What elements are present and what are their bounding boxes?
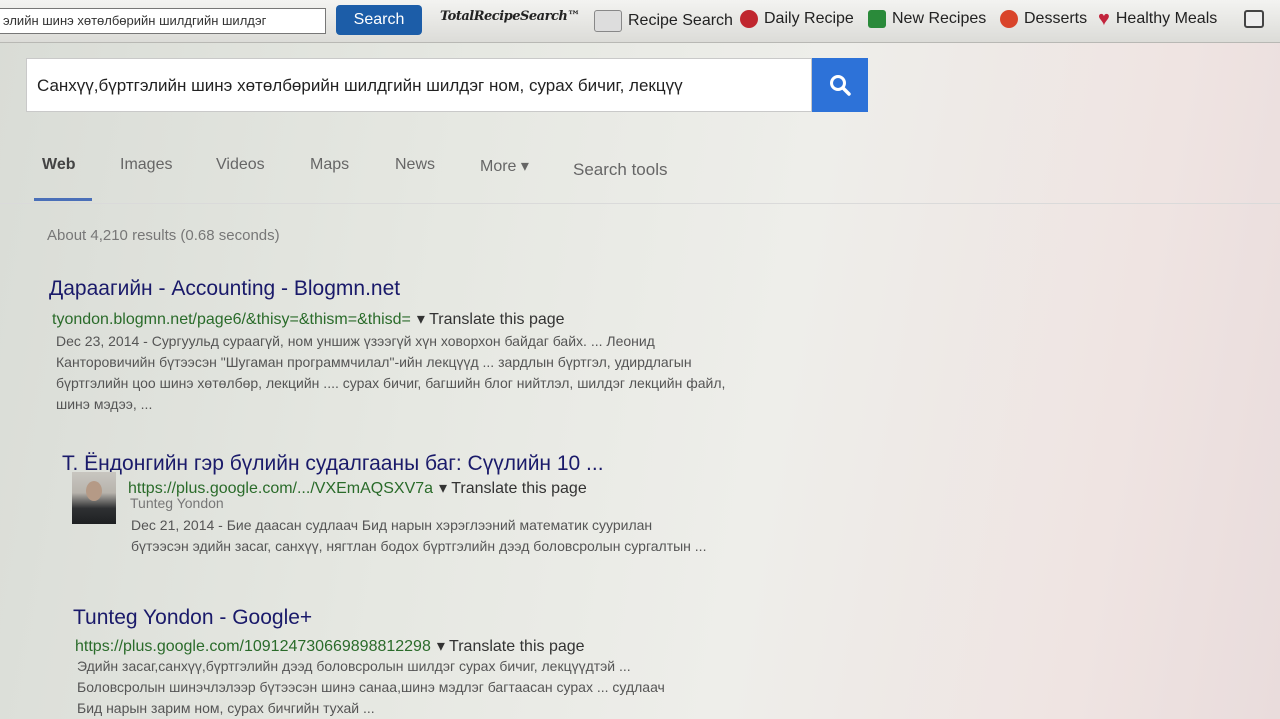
result-snippet: Dec 23, 2014 - Сургуульд сураагүй, ном у…	[56, 333, 726, 412]
tabs-divider	[0, 203, 1280, 204]
toolbar-link-label: Daily Recipe	[764, 10, 854, 27]
result-title[interactable]: Т. Ёндонгийн гэр бүлийн судалгааны баг: …	[62, 452, 604, 476]
translate-link[interactable]: ▾ Translate this page	[417, 311, 565, 328]
result-snippet: Эдийн засаг,санхүү,бүртгэлийн дээд болов…	[77, 658, 665, 716]
tab-news[interactable]: News	[395, 156, 435, 174]
search-button[interactable]	[812, 58, 868, 112]
result-author[interactable]: Tunteg Yondon	[130, 495, 224, 511]
tab-web[interactable]: Web	[42, 156, 75, 174]
toolbar-link-label: Recipe Search	[628, 12, 733, 29]
daily-badge-icon	[740, 10, 758, 28]
result-url-text: https://plus.google.com/1091247306698988…	[75, 638, 431, 655]
tab-maps[interactable]: Maps	[310, 156, 349, 174]
toolbar-link-new-recipes[interactable]: New Recipes	[868, 10, 986, 28]
toolbar-link-desserts[interactable]: Desserts	[1000, 10, 1087, 28]
total-recipe-search-logo[interactable]: TotalRecipeSearch™	[440, 9, 580, 24]
translate-link[interactable]: ▾ Translate this page	[439, 480, 587, 497]
magnifier-icon	[830, 75, 851, 96]
result-title[interactable]: Дараагийн - Accounting - Blogmn.net	[49, 277, 400, 301]
toolbar-link-label: New Recipes	[892, 10, 987, 27]
notepad-icon	[594, 10, 622, 32]
tab-more[interactable]: More ▾	[480, 156, 529, 176]
toolbar-link-label: Desserts	[1024, 10, 1088, 27]
toolbar-link-healthy-meals[interactable]: ♥ Healthy Meals	[1098, 8, 1218, 30]
toolbar-link-recipe-search[interactable]: Recipe Search	[594, 10, 733, 32]
dessert-icon	[1000, 10, 1018, 28]
tab-images[interactable]: Images	[120, 156, 172, 174]
result-snippet: Dec 21, 2014 - Бие даасан судлаач Бид на…	[131, 517, 707, 554]
translate-link[interactable]: ▾ Translate this page	[437, 638, 585, 655]
toolbar-search-button[interactable]: Search	[336, 5, 422, 35]
result-title[interactable]: Tunteg Yondon - Google+	[73, 606, 312, 630]
active-tab-indicator	[34, 198, 92, 201]
search-input[interactable]: Санхүү,бүртгэлийн шинэ хөтөлбөрийн шилдг…	[26, 58, 812, 112]
result-url: tyondon.blogmn.net/page6/&thisy=&thism=&…	[52, 309, 565, 329]
tab-videos[interactable]: Videos	[216, 156, 265, 174]
tab-search-tools[interactable]: Search tools	[573, 160, 668, 180]
result-url-text: tyondon.blogmn.net/page6/&thisy=&thism=&…	[52, 311, 411, 328]
heart-icon: ♥	[1098, 8, 1110, 30]
result-url: https://plus.google.com/1091247306698988…	[75, 636, 585, 656]
toolbar-link-overflow[interactable]	[1244, 10, 1264, 28]
author-avatar[interactable]	[72, 472, 116, 524]
toolbar-link-daily-recipe[interactable]: Daily Recipe	[740, 10, 854, 28]
toolbar-search-input[interactable]: элийн шинэ хөтөлбөрийн шилдгийн шилдэг	[0, 8, 326, 34]
calendar-icon	[1244, 10, 1264, 28]
toolbar-link-label: Healthy Meals	[1115, 10, 1218, 27]
result-stats: About 4,210 results (0.68 seconds)	[47, 227, 280, 244]
browser-toolbar: элийн шинэ хөтөлбөрийн шилдгийн шилдэг S…	[0, 0, 1280, 43]
new-badge-icon	[868, 10, 886, 28]
